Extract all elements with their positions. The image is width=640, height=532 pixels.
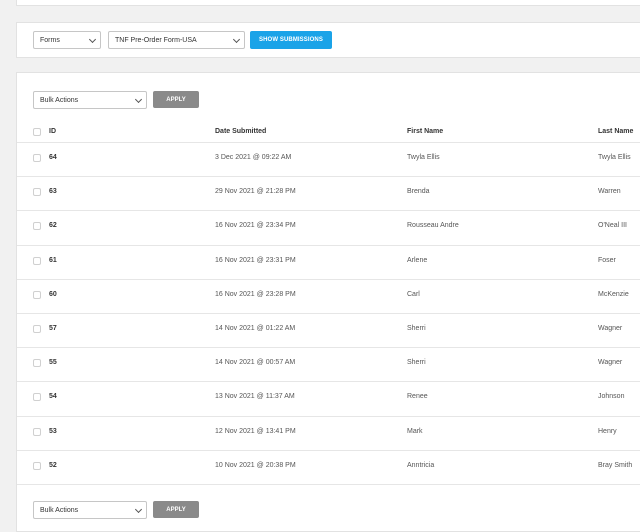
cell-first-name: Arlene <box>407 256 428 264</box>
cell-date-submitted: 14 Nov 2021 @ 01:22 AM <box>215 325 296 332</box>
forms-select-label: Forms <box>40 36 60 44</box>
filter-panel: Forms TNF Pre-Order Form-USA SHOW SUBMIS… <box>16 22 640 58</box>
submissions-panel: Bulk Actions APPLY ID Date Submitted Fir… <box>16 72 640 532</box>
cell-first-name: Rousseau Andre <box>407 222 459 230</box>
chevron-down-icon <box>88 35 97 44</box>
bulk-actions-select-bottom[interactable]: Bulk Actions <box>33 501 147 519</box>
row-checkbox[interactable] <box>33 290 41 299</box>
cell-date-submitted: 12 Nov 2021 @ 13:41 PM <box>215 427 296 435</box>
cell-id[interactable]: 60 <box>49 291 57 298</box>
header-id[interactable]: ID <box>49 128 56 135</box>
form-select-label: TNF Pre-Order Form-USA <box>115 36 197 44</box>
row-divider <box>17 176 640 178</box>
select-all-checkbox[interactable] <box>33 128 41 136</box>
row-divider <box>17 449 640 451</box>
cell-date-submitted: 13 Nov 2021 @ 11:37 AM <box>215 393 295 401</box>
row-checkbox[interactable] <box>33 188 41 197</box>
show-submissions-button[interactable]: SHOW SUBMISSIONS <box>250 31 332 49</box>
cell-first-name: Renee <box>407 393 428 401</box>
row-divider <box>17 381 640 383</box>
cell-first-name: Carl <box>407 290 420 298</box>
cell-id[interactable]: 54 <box>49 393 57 400</box>
row-divider <box>17 484 640 485</box>
cell-date-submitted: 10 Nov 2021 @ 20:38 PM <box>215 461 296 469</box>
cell-last-name: Foser <box>598 256 616 264</box>
row-checkbox[interactable] <box>33 256 41 265</box>
row-divider <box>17 278 640 280</box>
cell-id[interactable]: 61 <box>49 257 57 264</box>
cell-first-name: Sherri <box>407 359 426 367</box>
apply-button-bottom[interactable]: APPLY <box>153 501 199 518</box>
row-divider <box>17 347 640 349</box>
cell-last-name: Bray Smith <box>598 461 633 469</box>
cell-last-name: Wagner <box>598 325 623 332</box>
cell-first-name: Brenda <box>407 188 430 196</box>
chevron-down-icon <box>232 35 241 44</box>
cell-last-name: Twyla Ellis <box>598 154 631 161</box>
cell-date-submitted: 14 Nov 2021 @ 00:57 AM <box>215 359 296 367</box>
cell-last-name: O'Neal III <box>598 222 627 230</box>
header-divider <box>17 142 640 143</box>
row-checkbox[interactable] <box>33 359 41 368</box>
row-checkbox[interactable] <box>33 427 41 436</box>
row-checkbox[interactable] <box>33 154 41 162</box>
form-select[interactable]: TNF Pre-Order Form-USA <box>108 31 245 49</box>
cell-first-name: Anntricia <box>407 461 435 469</box>
cell-last-name: McKenzie <box>598 290 629 298</box>
cell-date-submitted: 16 Nov 2021 @ 23:31 PM <box>215 256 296 264</box>
row-divider <box>17 210 640 212</box>
row-divider <box>17 244 640 246</box>
cell-id[interactable]: 63 <box>49 188 57 195</box>
top-panel <box>16 0 640 6</box>
cell-last-name: Warren <box>598 188 621 196</box>
cell-id[interactable]: 57 <box>49 325 57 332</box>
cell-first-name: Twyla Ellis <box>407 154 440 161</box>
cell-id[interactable]: 53 <box>49 428 57 435</box>
row-divider <box>17 313 640 314</box>
forms-select[interactable]: Forms <box>33 31 101 49</box>
cell-date-submitted: 16 Nov 2021 @ 23:28 PM <box>215 290 296 298</box>
chevron-down-icon <box>134 505 143 514</box>
header-last-name[interactable]: Last Name <box>598 128 633 135</box>
cell-id[interactable]: 55 <box>49 359 57 366</box>
row-checkbox[interactable] <box>33 461 41 470</box>
bulk-actions-label: Bulk Actions <box>40 506 79 514</box>
apply-button[interactable]: APPLY <box>153 91 199 108</box>
cell-last-name: Wagner <box>598 359 623 367</box>
cell-date-submitted: 3 Dec 2021 @ 09:22 AM <box>215 154 292 161</box>
header-date-submitted[interactable]: Date Submitted <box>215 128 266 135</box>
row-checkbox[interactable] <box>33 325 41 333</box>
row-divider <box>17 415 640 417</box>
cell-first-name: Mark <box>407 427 423 435</box>
cell-first-name: Sherri <box>407 325 426 332</box>
cell-date-submitted: 16 Nov 2021 @ 23:34 PM <box>215 222 296 230</box>
chevron-down-icon <box>134 95 143 104</box>
cell-id[interactable]: 64 <box>49 154 57 161</box>
bulk-actions-select[interactable]: Bulk Actions <box>33 91 147 109</box>
cell-id[interactable]: 62 <box>49 222 57 229</box>
row-checkbox[interactable] <box>33 393 41 402</box>
header-first-name[interactable]: First Name <box>407 128 443 135</box>
cell-last-name: Henry <box>598 427 617 435</box>
row-checkbox[interactable] <box>33 222 41 231</box>
bulk-actions-label: Bulk Actions <box>40 96 79 104</box>
cell-last-name: Johnson <box>598 393 625 401</box>
cell-id[interactable]: 52 <box>49 462 57 469</box>
cell-date-submitted: 29 Nov 2021 @ 21:28 PM <box>215 188 296 196</box>
